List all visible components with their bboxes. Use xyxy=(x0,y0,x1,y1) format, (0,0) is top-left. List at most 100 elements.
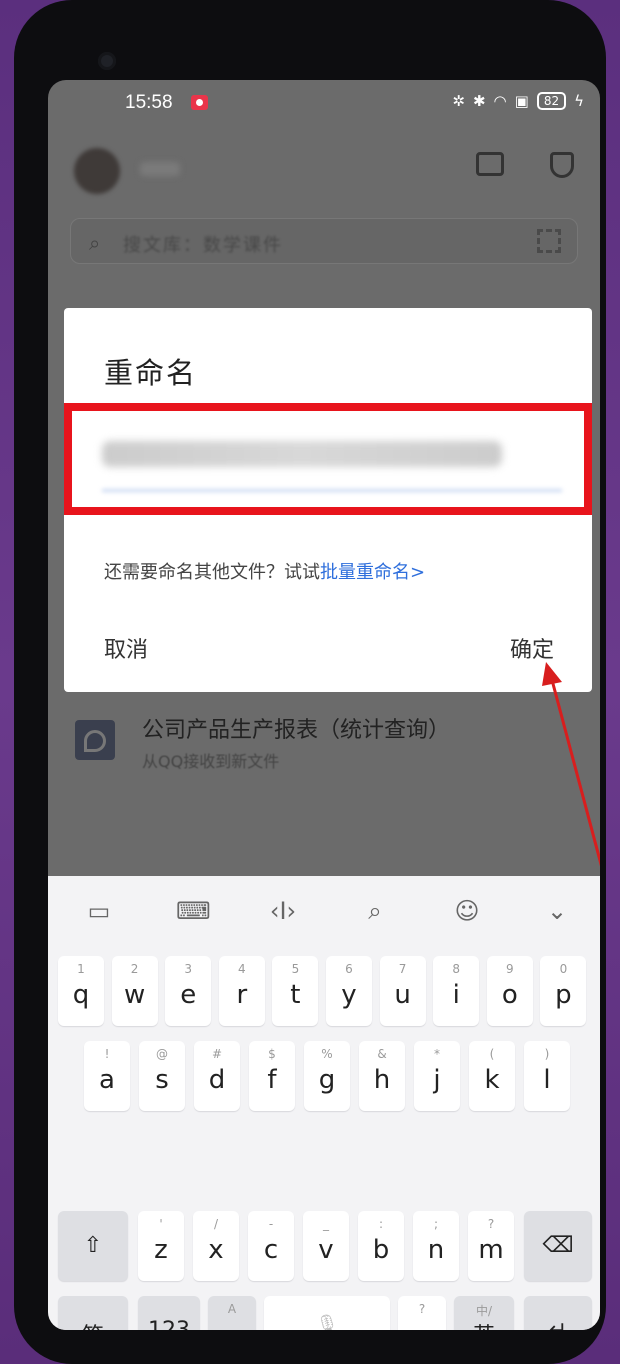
key-letter: h xyxy=(373,1065,391,1095)
key-letter: n xyxy=(427,1235,445,1265)
key-letter: q xyxy=(72,980,90,1010)
key-symbol: 1 xyxy=(77,962,85,976)
key-k[interactable]: (k xyxy=(469,1041,515,1111)
backspace-icon: ⌫ xyxy=(542,1233,574,1258)
blurred-filename xyxy=(102,441,502,467)
number-key[interactable]: 123 xyxy=(138,1296,200,1330)
key-symbol: & xyxy=(377,1047,387,1061)
key-o[interactable]: 9o xyxy=(486,956,533,1026)
enter-icon: ↵ xyxy=(524,1318,592,1330)
key-symbol: # xyxy=(211,1047,223,1061)
key-letter: z xyxy=(154,1235,168,1265)
clipboard-icon[interactable]: ▭ xyxy=(84,896,114,926)
search-icon: ⌕ xyxy=(89,231,101,255)
key-v[interactable]: _ v xyxy=(303,1211,349,1281)
search-bar[interactable]: ⌕ 搜文库：数学课件 xyxy=(70,218,578,264)
keyboard-icon[interactable]: ⌨ xyxy=(176,896,211,926)
input-underline xyxy=(102,489,562,492)
key-symbol: 3 xyxy=(184,962,192,976)
keyboard-toolbar: ▭ ⌨ ‹I› ⌕ ☺ ⌄ xyxy=(48,876,600,946)
search-icon[interactable]: ⌕ xyxy=(360,896,390,926)
key-h[interactable]: & h xyxy=(359,1041,405,1111)
key-y[interactable]: 6y xyxy=(326,956,372,1026)
shield-icon[interactable] xyxy=(550,152,574,178)
key-f[interactable]: $ f xyxy=(249,1041,295,1111)
space-key[interactable]: 🎙 xyxy=(264,1296,390,1330)
backspace-key[interactable]: ⌫ xyxy=(524,1211,592,1281)
key-r[interactable]: 4r xyxy=(218,956,265,1026)
key-symbol: ; xyxy=(433,1217,439,1231)
key-letter: j xyxy=(433,1065,441,1095)
key-letter: u xyxy=(394,980,411,1010)
file-name[interactable]: 公司产品生产报表（统计查询） xyxy=(142,712,450,744)
hint-text: 还需要命名其他文件？试试 xyxy=(104,562,320,583)
key-symbol: 4 xyxy=(237,962,246,976)
key-letter: x xyxy=(208,1235,224,1265)
key-symbol: 5 xyxy=(291,962,300,976)
key-b[interactable]: :b xyxy=(358,1211,404,1281)
file-icon xyxy=(75,720,115,760)
avatar[interactable] xyxy=(74,148,120,194)
key-symbol: 9 xyxy=(505,962,514,976)
key-letter: l xyxy=(543,1065,551,1095)
key-q[interactable]: 1q xyxy=(58,956,104,1026)
dialog-title: 重命名 xyxy=(104,356,198,390)
key-p[interactable]: 0p xyxy=(540,956,587,1026)
symbol-key[interactable]: 符 xyxy=(58,1296,128,1330)
collapse-icon[interactable]: ⌄ xyxy=(542,896,572,926)
sim-icon: ▣ xyxy=(514,92,529,110)
key-letter: i xyxy=(452,980,460,1010)
key-t[interactable]: 5t xyxy=(272,956,319,1026)
key-symbol: 7 xyxy=(398,962,407,976)
scan-icon[interactable] xyxy=(537,229,561,253)
status-time: 15:58 xyxy=(125,92,173,113)
key-j[interactable]: * j xyxy=(414,1041,460,1111)
key-n[interactable]: ; n xyxy=(413,1211,459,1281)
key-m[interactable]: ? m xyxy=(468,1211,514,1281)
key-symbol: $ xyxy=(268,1047,276,1061)
batch-rename-link[interactable]: 批量重命名> xyxy=(320,562,425,583)
key-z[interactable]: ' z xyxy=(138,1211,184,1281)
search-placeholder: 搜文库：数学课件 xyxy=(123,235,283,256)
key-letter: b xyxy=(372,1235,390,1265)
enter-key[interactable]: ↵ xyxy=(524,1296,592,1330)
cancel-button[interactable]: 取消 xyxy=(104,632,148,664)
key-letter: r xyxy=(236,980,248,1010)
key-letter: c xyxy=(263,1235,279,1265)
comma-key[interactable]: A, xyxy=(208,1296,256,1330)
language-switch-key[interactable]: 中/英 xyxy=(454,1296,514,1330)
pad-icon[interactable] xyxy=(476,152,504,176)
key-symbol: ( xyxy=(489,1047,495,1061)
key-symbol: - xyxy=(268,1217,274,1231)
key-l[interactable]: ) l xyxy=(524,1041,570,1111)
shift-key[interactable]: ⇧ xyxy=(58,1211,128,1281)
key-d[interactable]: # d xyxy=(194,1041,240,1111)
key-c[interactable]: -c xyxy=(248,1211,294,1281)
screen-record-icon xyxy=(191,95,208,110)
key-letter: e xyxy=(180,980,197,1010)
key-symbol: : xyxy=(378,1217,384,1231)
emoji-icon[interactable]: ☺ xyxy=(452,896,482,926)
key-symbol: ) xyxy=(544,1047,550,1061)
cursor-icon[interactable]: ‹I› xyxy=(268,896,298,926)
key-symbol: @ xyxy=(156,1047,168,1061)
confirm-button[interactable]: 确定 xyxy=(510,632,554,664)
status-bar: 15:58 ✲ ✱ ◠ ▣ 82 ϟ xyxy=(48,80,600,126)
username xyxy=(140,162,180,176)
key-s[interactable]: @ s xyxy=(139,1041,185,1111)
key-letter: k xyxy=(484,1065,500,1095)
key-g[interactable]: % g xyxy=(304,1041,350,1111)
rename-input[interactable] xyxy=(64,403,592,515)
key-x[interactable]: / x xyxy=(193,1211,239,1281)
key-a[interactable]: ! a xyxy=(84,1041,130,1111)
key-symbol: / xyxy=(213,1217,219,1231)
period-key[interactable]: ?. xyxy=(398,1296,446,1330)
key-symbol: * xyxy=(434,1047,440,1061)
key-u[interactable]: 7u xyxy=(379,956,426,1026)
key-letter: t xyxy=(290,980,301,1010)
key-i[interactable]: 8i xyxy=(433,956,480,1026)
key-w[interactable]: 2w xyxy=(111,956,158,1026)
key-symbol: 0 xyxy=(559,962,568,976)
key-e[interactable]: 3e xyxy=(165,956,212,1026)
do-not-disturb-icon: ✲ xyxy=(452,92,465,110)
